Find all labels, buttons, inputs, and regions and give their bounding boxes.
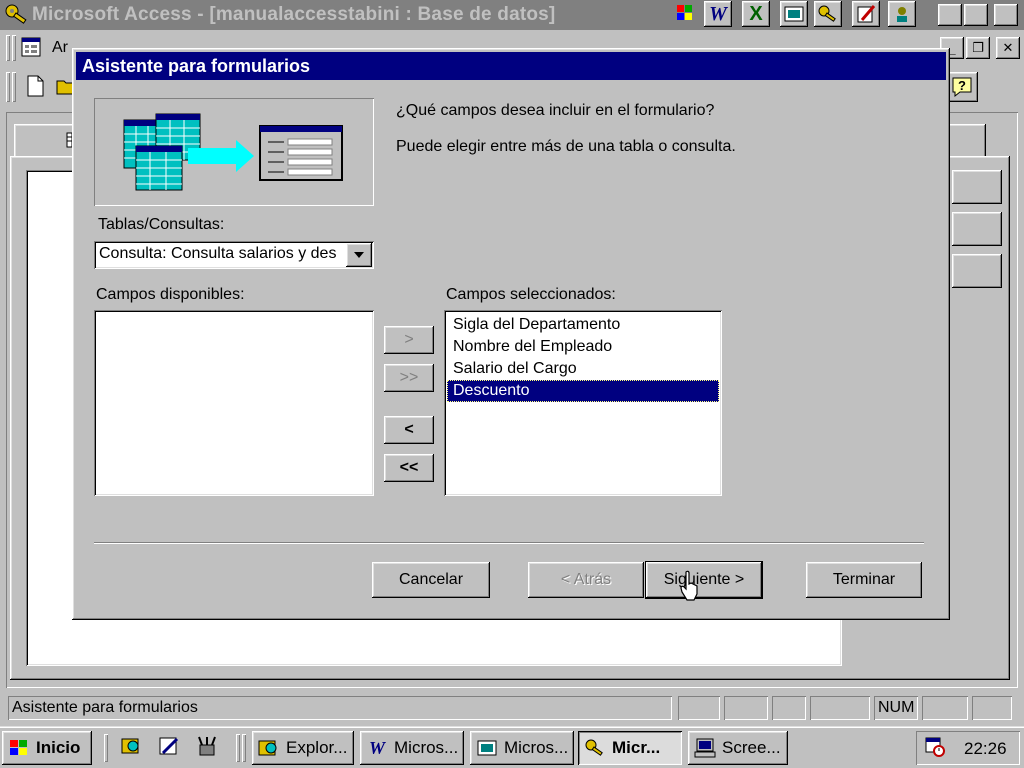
selected-field-item[interactable]: Descuento xyxy=(447,380,719,402)
back-button[interactable]: < Atrás xyxy=(528,562,644,598)
tools-quicklaunch-icon[interactable] xyxy=(196,736,218,756)
new-document-icon[interactable] xyxy=(24,74,46,103)
selected-field-item[interactable]: Sigla del Departamento xyxy=(447,314,719,336)
windows-logo-icon xyxy=(8,738,30,758)
app-close-button[interactable]: ✕ xyxy=(994,4,1018,26)
status-panel-3 xyxy=(772,696,806,720)
task-word[interactable]: W Micros... xyxy=(360,731,464,765)
outlook-quicklaunch-icon[interactable] xyxy=(158,736,180,756)
tables-to-form-icon xyxy=(123,113,343,191)
next-button[interactable]: Siguiente > xyxy=(645,561,763,599)
status-num-panel: NUM xyxy=(874,696,918,720)
dialog-separator xyxy=(94,542,924,544)
selected-fields-label: Campos seleccionados: xyxy=(446,286,616,303)
task-label: Micros... xyxy=(504,738,569,757)
office-assistant-icon[interactable] xyxy=(888,1,916,27)
db-open-button[interactable] xyxy=(952,170,1002,204)
app-minimize-button[interactable]: _ xyxy=(938,4,962,26)
help-icon[interactable]: ? xyxy=(946,72,978,102)
database-window-icon[interactable] xyxy=(20,36,42,63)
start-label: Inicio xyxy=(36,738,81,757)
task-label: Explor... xyxy=(286,738,348,757)
word-task-icon: W xyxy=(368,737,385,758)
access-task-icon xyxy=(584,738,606,758)
cancel-button[interactable]: Cancelar xyxy=(372,562,490,598)
remove-one-button[interactable]: < xyxy=(384,416,434,444)
computer-task-icon xyxy=(694,738,716,758)
doc-close-button[interactable]: ✕ xyxy=(996,37,1020,59)
schedule-icon[interactable] xyxy=(852,1,880,27)
tables-queries-combobox[interactable]: Consulta: Consulta salarios y des xyxy=(94,241,374,269)
tasklist-grip-2[interactable] xyxy=(242,734,246,762)
quicklaunch-grip[interactable] xyxy=(104,734,108,762)
add-all-button[interactable]: >> xyxy=(384,364,434,392)
dialog-title-bar[interactable]: Asistente para formularios xyxy=(76,52,946,80)
tables-queries-value: Consulta: Consulta salarios y des xyxy=(99,245,337,262)
selected-field-item[interactable]: Salario del Cargo xyxy=(447,358,719,380)
status-bar: Asistente para formularios NUM xyxy=(0,692,1024,724)
excel-icon[interactable]: X xyxy=(742,1,770,27)
powerpoint-task-icon xyxy=(476,738,498,758)
db-design-button[interactable] xyxy=(952,212,1002,246)
form-wizard-dialog: Asistente para formularios ¿Qué campos d… xyxy=(72,48,950,620)
chevron-down-icon xyxy=(354,252,364,258)
powerpoint-icon[interactable] xyxy=(780,1,808,27)
app-title-bar[interactable]: Microsoft Access - [manualaccesstabini :… xyxy=(0,0,1024,30)
selected-fields-list[interactable]: Sigla del Departamento Nombre del Emplead… xyxy=(444,310,722,496)
svg-text:?: ? xyxy=(958,78,966,93)
status-text: Asistente para formularios xyxy=(12,699,198,716)
status-panel-4 xyxy=(810,696,870,720)
task-label: Micr... xyxy=(612,738,661,757)
wizard-illustration xyxy=(94,98,374,206)
status-panel-2 xyxy=(724,696,768,720)
num-lock-indicator: NUM xyxy=(878,699,915,716)
add-one-button[interactable]: > xyxy=(384,326,434,354)
menubar-grip[interactable] xyxy=(6,35,10,61)
available-fields-list[interactable] xyxy=(94,310,374,496)
status-panel-7 xyxy=(972,696,1012,720)
dialog-title: Asistente para formularios xyxy=(82,55,311,76)
task-explorer[interactable]: Explor... xyxy=(252,731,354,765)
clock[interactable]: 22:26 xyxy=(964,739,1007,759)
db-new-button[interactable] xyxy=(952,254,1002,288)
wizard-hint: Puede elegir entre más de una tabla o co… xyxy=(396,138,736,155)
menubar-grip-2[interactable] xyxy=(12,35,16,61)
explorer-quicklaunch-icon[interactable] xyxy=(120,736,142,756)
office-logo-icon[interactable] xyxy=(674,2,696,30)
task-label: Micros... xyxy=(394,738,459,757)
remove-all-button[interactable]: << xyxy=(384,454,434,482)
app-title: Microsoft Access - [manualaccesstabini :… xyxy=(32,4,556,25)
explorer-icon xyxy=(258,738,280,758)
task-powerpoint[interactable]: Micros... xyxy=(470,731,574,765)
access-key-icon[interactable] xyxy=(4,3,30,33)
status-text-panel: Asistente para formularios xyxy=(8,696,672,720)
combobox-dropdown-button[interactable] xyxy=(346,243,372,267)
task-label: Scree... xyxy=(722,738,781,757)
status-panel-1 xyxy=(678,696,720,720)
mouse-pointer-icon xyxy=(680,570,698,601)
status-panel-6 xyxy=(922,696,968,720)
selected-field-item[interactable]: Nombre del Empleado xyxy=(447,336,719,358)
wizard-question: ¿Qué campos desea incluir en el formular… xyxy=(396,102,715,119)
finish-button[interactable]: Terminar xyxy=(806,562,922,598)
toolbar-grip[interactable] xyxy=(6,72,10,102)
available-fields-label: Campos disponibles: xyxy=(96,286,245,303)
word-icon[interactable]: W xyxy=(704,1,732,27)
toolbar-grip-2[interactable] xyxy=(12,72,16,102)
system-tray: 22:26 xyxy=(916,731,1020,765)
task-access[interactable]: Micr... xyxy=(578,731,682,765)
doc-restore-button[interactable]: ❐ xyxy=(966,37,990,59)
menu-archivo[interactable]: Ar xyxy=(52,39,68,57)
scheduler-tray-icon[interactable] xyxy=(924,737,946,757)
db-tab-modules[interactable] xyxy=(946,124,986,158)
start-button[interactable]: Inicio xyxy=(2,731,92,765)
app-maximize-button[interactable]: ❐ xyxy=(964,4,988,26)
task-screen[interactable]: Scree... xyxy=(688,731,788,765)
tables-queries-label: Tablas/Consultas: xyxy=(98,216,225,233)
tasklist-grip[interactable] xyxy=(236,734,240,762)
taskbar: Inicio Explor... W Micros... Micros... M… xyxy=(0,726,1024,768)
access-icon[interactable] xyxy=(814,1,842,27)
